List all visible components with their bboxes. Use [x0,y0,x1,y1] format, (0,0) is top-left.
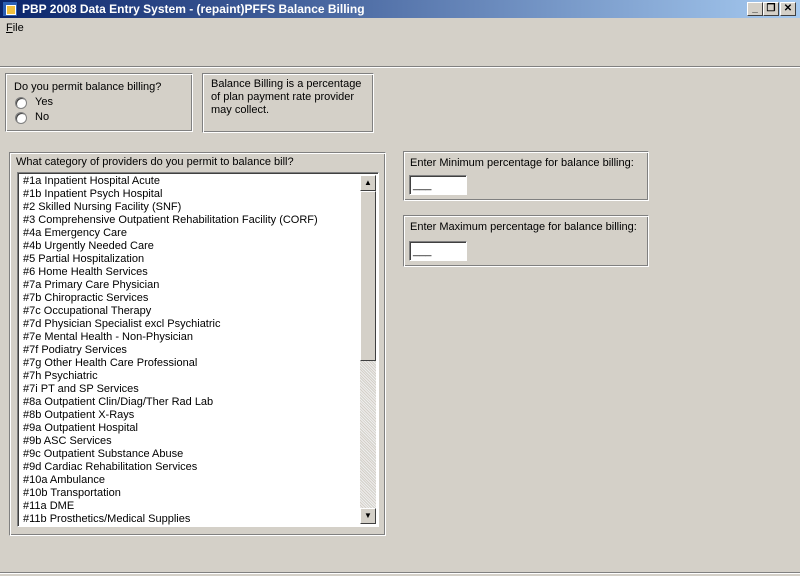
list-item[interactable]: #2 Skilled Nursing Facility (SNF) [23,201,358,214]
scroll-up-button[interactable]: ▲ [360,175,376,191]
list-item[interactable]: #7b Chiropractic Services [23,292,358,305]
list-items: #1a Inpatient Hospital Acute #1b Inpatien… [23,175,358,526]
title-bar: PBP 2008 Data Entry System - (repaint)PF… [0,0,800,18]
scroll-thumb[interactable] [360,191,376,361]
category-question-label: What category of providers do you permit… [16,156,294,168]
list-item[interactable]: #8a Outpatient Clin/Diag/Ther Rad Lab [23,396,358,409]
info-text: Balance Billing is a percentage of plan … [211,78,362,116]
list-item[interactable]: #9a Outpatient Hospital [23,422,358,435]
list-item[interactable]: #10a Ambulance [23,474,358,487]
listbox-scrollbar[interactable]: ▲ ▼ [360,175,376,524]
min-percentage-input[interactable]: ___ [409,175,467,195]
close-button[interactable]: ✕ [780,2,796,16]
min-percentage-group: Enter Minimum percentage for balance bil… [403,151,649,201]
menu-file[interactable]: File [6,22,24,34]
list-item[interactable]: #7g Other Health Care Professional [23,357,358,370]
list-item[interactable]: #6 Home Health Services [23,266,358,279]
list-item[interactable]: #1a Inpatient Hospital Acute [23,175,358,188]
list-item[interactable]: #7a Primary Care Physician [23,279,358,292]
window-title: PBP 2008 Data Entry System - (repaint)PF… [22,2,365,16]
list-item[interactable]: #4b Urgently Needed Care [23,240,358,253]
provider-category-listbox[interactable]: #1a Inpatient Hospital Acute #1b Inpatien… [17,172,379,527]
list-item[interactable]: #3 Comprehensive Outpatient Rehabilitati… [23,214,358,227]
list-item[interactable]: #7i PT and SP Services [23,383,358,396]
list-item[interactable]: #7d Physician Specialist excl Psychiatri… [23,318,358,331]
scroll-down-button[interactable]: ▼ [360,508,376,524]
list-item[interactable]: #10b Transportation [23,487,358,500]
list-item[interactable]: #5 Partial Hospitalization [23,253,358,266]
menu-separator [0,66,800,68]
list-item[interactable]: #11b Prosthetics/Medical Supplies [23,513,358,526]
permit-question-label: Do you permit balance billing? [14,81,162,93]
menu-file-label: ile [12,22,24,34]
info-box: Balance Billing is a percentage of plan … [202,73,374,133]
list-item[interactable]: #9c Outpatient Substance Abuse [23,448,358,461]
list-item[interactable]: #9b ASC Services [23,435,358,448]
list-item[interactable]: #11a DME [23,500,358,513]
provider-category-group: What category of providers do you permit… [9,152,386,536]
list-item[interactable]: #4a Emergency Care [23,227,358,240]
list-item[interactable]: #7h Psychiatric [23,370,358,383]
list-item[interactable]: #7e Mental Health - Non-Physician [23,331,358,344]
restore-button[interactable]: ❐ [763,2,779,16]
radio-no-circle[interactable] [15,112,27,124]
app-icon[interactable] [2,1,18,17]
max-percentage-group: Enter Maximum percentage for balance bil… [403,215,649,267]
list-item[interactable]: #8b Outpatient X-Rays [23,409,358,422]
min-percentage-label: Enter Minimum percentage for balance bil… [410,157,634,169]
max-percentage-input[interactable]: ___ [409,241,467,261]
list-item[interactable]: #7c Occupational Therapy [23,305,358,318]
minimize-button[interactable]: _ [747,2,763,16]
list-item[interactable]: #1b Inpatient Psych Hospital [23,188,358,201]
menu-bar: File [0,19,800,37]
radio-yes-circle[interactable] [15,97,27,109]
list-item[interactable]: #7f Podiatry Services [23,344,358,357]
status-separator [0,572,800,574]
permit-balance-billing-group: Do you permit balance billing? Yes No [5,73,193,132]
radio-no-label: No [35,111,50,123]
list-item[interactable]: #9d Cardiac Rehabilitation Services [23,461,358,474]
radio-yes-label: Yes [35,96,53,108]
max-percentage-label: Enter Maximum percentage for balance bil… [410,221,637,233]
menu-file-hotkey: F [6,22,13,34]
